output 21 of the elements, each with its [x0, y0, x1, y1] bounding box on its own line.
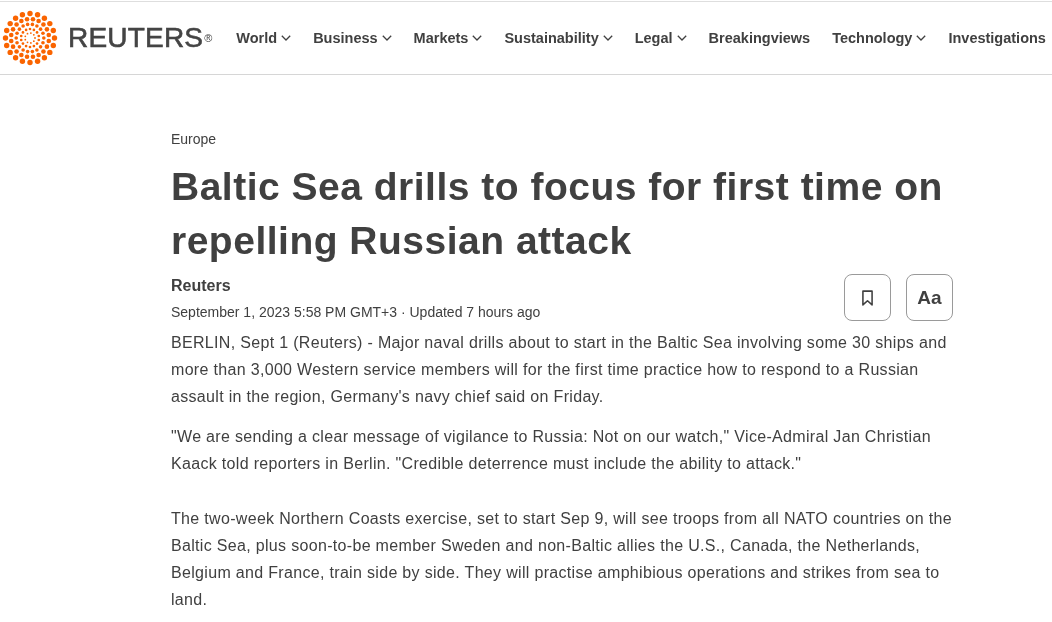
nav-item[interactable]: Breakingviews: [708, 30, 811, 46]
nav-item[interactable]: Investigations: [948, 30, 1046, 46]
nav-item[interactable]: Technology: [832, 30, 927, 46]
text-size-button[interactable]: Aa: [906, 274, 953, 321]
nav-item[interactable]: World: [236, 30, 292, 46]
registered-mark: ®: [204, 32, 213, 44]
bookmark-button[interactable]: [844, 274, 891, 321]
nav-item[interactable]: Markets: [413, 30, 483, 46]
nav-item[interactable]: Business: [313, 30, 392, 46]
headline: Baltic Sea drills to focus for first time on repelling Russian attack: [171, 164, 944, 264]
article-paragraph: "We are sending a clear message of vigilance to Russia: Not on our watch," Vice-Admiral Jan Christian Kaack told reporters in Berlin. "Credible deterrence must include the ability to attack.": [171, 427, 932, 474]
nav-item[interactable]: Sustainability: [504, 30, 613, 46]
nav-item[interactable]: Legal: [634, 30, 687, 46]
bookmark-icon: [862, 289, 873, 306]
logo-wordmark[interactable]: REUTERS: [68, 24, 204, 52]
dateline: September 1, 2023 5:58 PM GMT+3 · Updated 7 hours ago: [171, 303, 541, 321]
article-paragraph: BERLIN, Sept 1 (Reuters) - Major naval drills about to start in the Baltic Sea involving some 30 ships and more than 3,000 Western service members will for the first time practice how to respond to a Russian assault in the region, Germany's navy chief said on Friday.: [171, 333, 948, 407]
section-link[interactable]: Europe: [171, 130, 217, 148]
dotted-circle-logo-icon[interactable]: [2, 10, 58, 66]
byline[interactable]: Reuters: [171, 275, 231, 297]
article-paragraph: The two-week Northern Coasts exercise, set to start Sep 9, will see troops from all NATO countries on the Baltic Sea, plus soon-to-be member Sweden and non-Baltic allies the U.S., Canada, the Netherlands, Belgium and France, train side by side. They will practise amphibious operations and strikes from sea to land.: [171, 509, 953, 610]
